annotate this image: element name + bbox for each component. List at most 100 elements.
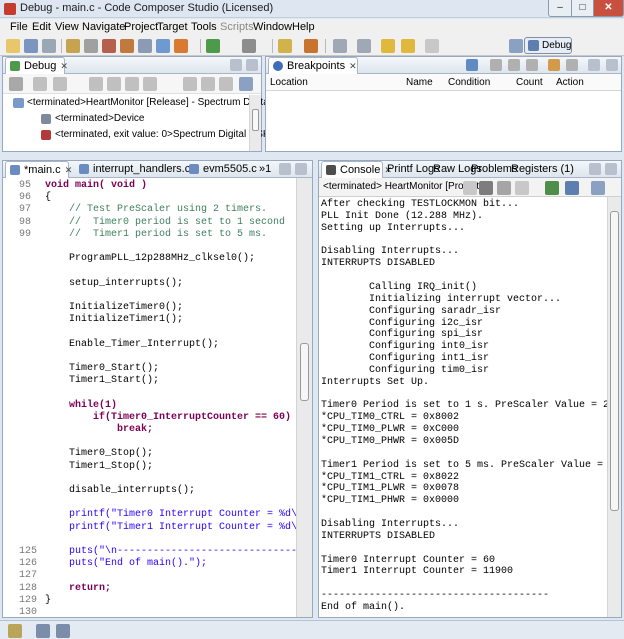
menu-navigate[interactable]: Navigate: [82, 21, 125, 33]
scroll-thumb[interactable]: [610, 211, 619, 511]
remove-all-icon[interactable]: [508, 59, 520, 71]
close-icon[interactable]: ✕: [65, 165, 73, 175]
debug-perspective-button[interactable]: Debug: [524, 37, 572, 54]
pin-icon[interactable]: [304, 39, 318, 53]
tab-main-c[interactable]: *main.c ✕: [5, 161, 72, 178]
tab-registers[interactable]: Registers (1): [509, 161, 577, 178]
open-console-icon[interactable]: [565, 181, 579, 195]
breakpoints-table-header: Location Name Condition Count Action: [266, 74, 621, 91]
remove-breakpoint-icon[interactable]: [490, 59, 502, 71]
menu-target[interactable]: Target: [157, 21, 188, 33]
tasks-icon[interactable]: [56, 624, 70, 638]
minimize-button[interactable]: –: [548, 0, 572, 17]
tab-interrupt-handlers[interactable]: interrupt_handlers.c: [75, 161, 190, 178]
menu-edit[interactable]: Edit: [32, 21, 51, 33]
print-icon[interactable]: [42, 39, 56, 53]
stop-build-icon[interactable]: [102, 39, 116, 53]
minimize-view-icon[interactable]: [279, 163, 291, 175]
build-dropdown-icon[interactable]: [84, 39, 98, 53]
console-menu-icon[interactable]: [591, 181, 605, 195]
back-arrow-icon[interactable]: [401, 39, 415, 53]
suspend-icon[interactable]: [33, 77, 47, 91]
menu-file[interactable]: File: [10, 21, 28, 33]
target-icon[interactable]: [174, 39, 188, 53]
skip-all-icon[interactable]: [566, 59, 578, 71]
connect-icon[interactable]: [219, 77, 233, 91]
remove-launch-icon[interactable]: [463, 181, 477, 195]
prev-annotation-icon[interactable]: [357, 39, 371, 53]
column-location[interactable]: Location: [270, 77, 308, 88]
debug-bug-icon[interactable]: [206, 39, 220, 53]
menu-window[interactable]: Window: [253, 21, 292, 33]
resume-icon[interactable]: [9, 77, 23, 91]
fast-view-icon[interactable]: [8, 624, 22, 638]
minimize-view-icon[interactable]: [588, 59, 600, 71]
more-tabs-button[interactable]: »1: [257, 161, 277, 178]
mark-icon[interactable]: [278, 39, 292, 53]
open-perspective-icon[interactable]: [509, 39, 523, 53]
external-tools-icon[interactable]: [242, 39, 256, 53]
link-with-debug-icon[interactable]: [548, 59, 560, 71]
view-menu-icon[interactable]: [239, 77, 253, 91]
clean-icon[interactable]: [120, 39, 134, 53]
menu-tools[interactable]: Tools: [191, 21, 217, 33]
close-icon[interactable]: ✕: [60, 61, 68, 71]
display-console-icon[interactable]: [545, 181, 559, 195]
next-annotation-icon[interactable]: [333, 39, 347, 53]
assembly-step-icon[interactable]: [143, 77, 157, 91]
column-action[interactable]: Action: [556, 77, 584, 88]
progress-icon[interactable]: [36, 624, 50, 638]
maximize-view-icon[interactable]: [246, 59, 258, 71]
code-area[interactable]: 95 void main( void ) 96 {97 // Test PreScal…: [3, 178, 296, 617]
column-count[interactable]: Count: [516, 77, 543, 88]
forward-arrow-icon[interactable]: [425, 39, 439, 53]
close-button[interactable]: ✕: [593, 0, 624, 17]
menu-view[interactable]: View: [55, 21, 79, 33]
tab-printf-logs[interactable]: Printf Logs: [385, 161, 440, 178]
restart-icon[interactable]: [201, 77, 215, 91]
tools-icon[interactable]: [138, 39, 152, 53]
app-icon: [4, 3, 16, 15]
terminate-icon[interactable]: [53, 77, 67, 91]
step-over-icon[interactable]: [107, 77, 121, 91]
show-supported-icon[interactable]: [526, 59, 538, 71]
clear-console-icon[interactable]: [479, 181, 493, 195]
tab-debug[interactable]: Debug ✕: [5, 57, 68, 74]
scroll-thumb[interactable]: [252, 109, 259, 131]
maximize-view-icon[interactable]: [605, 163, 617, 175]
tab-breakpoints[interactable]: Breakpoints ✕: [268, 57, 358, 74]
reset-icon[interactable]: [183, 77, 197, 91]
tab-evm5505[interactable]: evm5505.c: [185, 161, 257, 178]
pin-console-icon[interactable]: [515, 181, 529, 195]
minimize-view-icon[interactable]: [230, 59, 242, 71]
maximize-view-icon[interactable]: [606, 59, 618, 71]
minimize-view-icon[interactable]: [589, 163, 601, 175]
editor-scrollbar[interactable]: [296, 178, 312, 617]
maximize-button[interactable]: □: [571, 0, 594, 17]
close-icon[interactable]: ✕: [349, 61, 357, 71]
tab-problems[interactable]: Problems: [469, 161, 517, 178]
tab-console[interactable]: Console ✕: [321, 161, 392, 178]
last-edit-icon[interactable]: [381, 39, 395, 53]
build-icon[interactable]: [66, 39, 80, 53]
scroll-lock-icon[interactable]: [497, 181, 511, 195]
new-icon[interactable]: [6, 39, 20, 53]
new-breakpoint-icon[interactable]: [466, 59, 478, 71]
menu-project[interactable]: Project: [124, 21, 158, 33]
step-return-icon[interactable]: [125, 77, 139, 91]
column-name[interactable]: Name: [406, 77, 433, 88]
column-condition[interactable]: Condition: [448, 77, 490, 88]
save-icon[interactable]: [24, 39, 38, 53]
tree-item-heartmonitor[interactable]: <terminated>HeartMonitor [Release] - Spe…: [11, 97, 281, 108]
scroll-thumb[interactable]: [300, 343, 309, 401]
step-into-icon[interactable]: [89, 77, 103, 91]
console-output[interactable]: After checking TESTLOCKMON bit... PLL Ini…: [319, 197, 607, 617]
debug-view-scrollbar[interactable]: [249, 95, 261, 151]
search-icon[interactable]: [156, 39, 170, 53]
console-line: PLL Init Done (12.288 MHz).: [321, 210, 484, 222]
menu-help[interactable]: Help: [292, 21, 315, 33]
tree-item-device[interactable]: <terminated>Device: [41, 113, 145, 124]
line-number: 97: [19, 204, 32, 216]
maximize-view-icon[interactable]: [295, 163, 307, 175]
console-scrollbar[interactable]: [607, 197, 621, 617]
